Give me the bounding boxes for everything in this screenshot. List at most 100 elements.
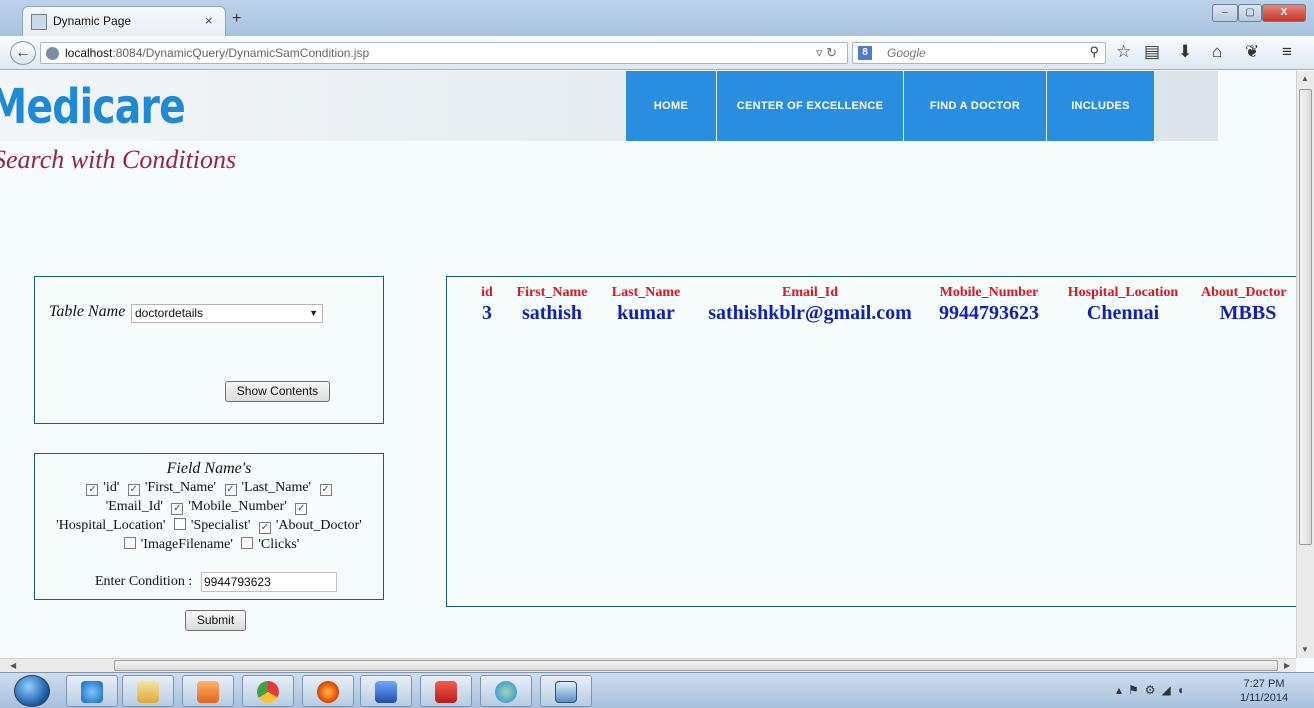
column-header-email-id: Email_Id xyxy=(781,285,838,300)
system-tray-icons[interactable]: ▴⚑⚙◢◖ xyxy=(1116,683,1190,697)
ie-icon xyxy=(81,681,103,703)
checkbox-first-name[interactable]: ✓ xyxy=(127,484,140,496)
taskbar-app[interactable] xyxy=(480,675,532,707)
show-contents-button[interactable]: Show Contents xyxy=(225,381,330,402)
chevron-down-icon: ▼ xyxy=(309,308,318,318)
checkbox-about-doctor[interactable]: ✓ xyxy=(258,522,271,534)
taskbar-word[interactable] xyxy=(360,675,412,707)
scroll-right-icon[interactable]: ▶ xyxy=(1284,661,1290,670)
taskbar-media[interactable] xyxy=(182,675,234,707)
back-arrow-icon[interactable]: ← xyxy=(10,41,36,65)
menu-includes[interactable]: INCLUDES xyxy=(1047,71,1155,141)
taskbar: ▴⚑⚙◢◖ 7:27 PM 1/11/2014 xyxy=(0,672,1314,708)
page-title: Search with Conditions xyxy=(0,145,237,174)
taskbar-firefox[interactable] xyxy=(302,675,354,707)
new-tab-icon[interactable]: + xyxy=(232,10,241,28)
checkbox-last-name[interactable]: ✓ xyxy=(224,484,237,496)
search-bar[interactable]: 8 Google ⚲ xyxy=(852,42,1106,64)
tab-close-icon[interactable]: × xyxy=(205,13,213,28)
condition-label: Enter Condition : xyxy=(95,574,193,589)
checkbox-clicks[interactable] xyxy=(241,537,254,549)
field-row: 'Email_Id' ✓ 'Mobile_Number' ✓ xyxy=(105,499,308,515)
close-window-button[interactable]: X xyxy=(1262,4,1306,22)
column-header-hospital-location: Hospital_Location xyxy=(1067,285,1179,300)
addon-icon[interactable]: ❦ xyxy=(1245,42,1259,62)
checkbox-id[interactable]: ✓ xyxy=(86,484,99,496)
firefox-icon xyxy=(317,681,339,703)
start-button[interactable] xyxy=(14,675,50,707)
checkbox-hospital-location[interactable]: ✓ xyxy=(295,503,308,515)
table-cell: sathish xyxy=(521,302,583,324)
table-name-label: Table Name xyxy=(49,303,126,320)
checkbox-mobile-number[interactable]: ✓ xyxy=(171,503,184,515)
horizontal-scroll-thumb[interactable] xyxy=(114,660,1278,671)
clock[interactable]: 7:27 PM 1/11/2014 xyxy=(1234,677,1294,705)
globe-icon xyxy=(46,47,59,60)
taskbar-ie[interactable] xyxy=(66,675,118,707)
word-icon xyxy=(375,681,397,703)
horizontal-scrollbar[interactable]: ◀ ▶ xyxy=(0,658,1296,672)
url-bar[interactable]: localhost:8084/DynamicQuery/DynamicSamCo… xyxy=(40,42,848,64)
taskbar-chrome[interactable] xyxy=(242,675,294,707)
column-header-first-name: First_Name xyxy=(516,285,588,300)
search-icon[interactable]: ⚲ xyxy=(1089,44,1099,60)
fields-panel: Field Name's ✓'id' ✓ 'First_Name' ✓ 'Last_… xyxy=(34,453,384,600)
scroll-up-icon[interactable]: ▲ xyxy=(1301,74,1309,83)
column-header-mobile-number: Mobile_Number xyxy=(939,285,1039,300)
minimize-button[interactable]: – xyxy=(1212,4,1238,22)
browser-navbar: ← localhost:8084/DynamicQuery/DynamicSam… xyxy=(0,36,1314,70)
taskbar-virtualbox[interactable] xyxy=(540,675,592,707)
menu-icon[interactable]: ≡ xyxy=(1282,42,1292,62)
condition-input[interactable]: 9944793623 xyxy=(201,572,337,592)
site-logo[interactable]: Medicare xyxy=(0,79,186,135)
vertical-scroll-thumb[interactable] xyxy=(1299,89,1312,545)
menu-center-of-excellence[interactable]: CENTER OF EXCELLENCE xyxy=(717,71,904,141)
table-cell: 3 xyxy=(482,302,492,324)
maximize-button[interactable]: ▢ xyxy=(1238,4,1262,22)
column-header-last-name: Last_Name xyxy=(611,285,681,300)
url-text: localhost:8084/DynamicQuery/DynamicSamCo… xyxy=(65,46,370,60)
table-cell: 9944793623 xyxy=(939,302,1039,324)
checkbox-specialist[interactable] xyxy=(173,518,186,530)
bookmark-star-icon[interactable]: ☆ xyxy=(1116,42,1131,62)
main-menu: HOME CENTER OF EXCELLENCE FIND A DOCTOR … xyxy=(626,71,1155,141)
tab-title: Dynamic Page xyxy=(53,14,132,28)
browser-tab-strip: Dynamic Page × + – ▢ X xyxy=(0,0,1314,36)
search-engine-icon[interactable]: 8 xyxy=(858,46,872,60)
reload-icon[interactable]: ▿ ↻ xyxy=(816,45,837,61)
home-icon[interactable]: ⌂ xyxy=(1212,42,1222,62)
page-favicon-icon xyxy=(31,14,47,30)
column-header-about-doctor: About_Doctor xyxy=(1201,285,1287,300)
table-cell: Chennai xyxy=(1086,302,1160,324)
taskbar-acrobat[interactable] xyxy=(420,675,472,707)
vertical-scrollbar[interactable]: ▲ ▼ xyxy=(1296,71,1314,658)
checkbox-imagefilename[interactable] xyxy=(123,537,136,549)
search-placeholder: Google xyxy=(887,46,926,60)
acrobat-icon xyxy=(435,681,457,703)
field-row: 'ImageFilename' 'Clicks' xyxy=(35,537,383,553)
chrome-icon xyxy=(257,681,279,703)
submit-button[interactable]: Submit xyxy=(185,610,246,631)
checkbox-email-id[interactable]: ✓ xyxy=(319,484,332,496)
table-cell: sathishkblr@gmail.com xyxy=(708,302,912,324)
download-icon[interactable]: ⬇ xyxy=(1178,42,1192,62)
browser-tab[interactable]: Dynamic Page × xyxy=(22,6,226,36)
table-select-panel: Table Name doctordetails ▼ Show Contents xyxy=(34,276,384,424)
scroll-down-icon[interactable]: ▼ xyxy=(1301,645,1309,654)
menu-home[interactable]: HOME xyxy=(626,71,717,141)
site-header: Medicare HOME CENTER OF EXCELLENCE FIND … xyxy=(0,71,1218,141)
table-name-select[interactable]: doctordetails ▼ xyxy=(131,304,323,323)
results-table: id First_Name Last_Name Email_Id Mobile_… xyxy=(446,276,1296,607)
folder-icon xyxy=(137,681,159,703)
table-cell: kumar xyxy=(617,302,675,324)
fields-title: Field Name's xyxy=(166,460,252,477)
media-player-icon xyxy=(197,681,219,703)
cube-icon xyxy=(555,681,577,703)
field-row: ✓'id' ✓ 'First_Name' ✓ 'Last_Name' ✓ xyxy=(86,480,332,496)
bookmarks-list-icon[interactable]: ▤ xyxy=(1144,42,1160,62)
menu-find-a-doctor[interactable]: FIND A DOCTOR xyxy=(904,71,1047,141)
column-header-id: id xyxy=(481,285,493,300)
scroll-left-icon[interactable]: ◀ xyxy=(10,661,16,670)
taskbar-explorer[interactable] xyxy=(122,675,174,707)
page-content: Medicare HOME CENTER OF EXCELLENCE FIND … xyxy=(0,71,1296,658)
